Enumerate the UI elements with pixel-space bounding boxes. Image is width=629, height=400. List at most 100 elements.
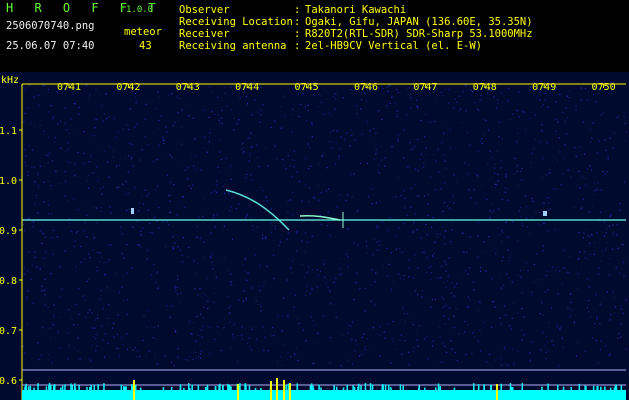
noise-speckle: [432, 255, 434, 257]
noise-speckle: [586, 258, 588, 260]
noise-speckle: [238, 299, 240, 301]
noise-speckle: [23, 230, 25, 233]
noise-speckle: [409, 206, 412, 209]
noise-speckle: [568, 100, 571, 102]
noise-speckle: [255, 300, 257, 302]
noise-speckle: [374, 303, 376, 305]
noise-speckle: [349, 145, 351, 147]
noise-speckle: [33, 221, 35, 223]
noise-speckle: [355, 282, 357, 284]
noise-speckle: [445, 286, 447, 288]
noise-speckle: [556, 324, 558, 326]
noise-speckle: [157, 91, 159, 93]
noise-speckle: [513, 173, 515, 175]
noise-speckle: [559, 93, 561, 95]
noise-speckle: [491, 212, 493, 214]
noise-speckle: [376, 249, 379, 251]
noise-speckle: [98, 298, 101, 300]
noise-speckle: [103, 112, 106, 115]
noise-speckle: [126, 348, 128, 351]
noise-speckle: [175, 290, 177, 292]
noise-speckle: [523, 178, 525, 180]
noise-speckle: [90, 360, 92, 362]
noise-speckle: [39, 230, 41, 232]
noise-speckle: [483, 133, 485, 135]
noise-speckle: [171, 156, 173, 158]
noise-speckle: [213, 214, 215, 216]
noise-speckle: [403, 312, 406, 315]
noise-speckle: [50, 105, 52, 107]
noise-speckle: [168, 195, 170, 197]
noise-speckle: [545, 274, 547, 277]
noise-speckle: [154, 108, 157, 110]
noise-speckle: [373, 321, 375, 324]
noise-speckle: [32, 225, 34, 228]
noise-speckle: [38, 104, 40, 106]
noise-speckle: [379, 334, 381, 336]
noise-speckle: [426, 336, 428, 338]
noise-speckle: [110, 212, 112, 214]
info-key: Receiving Location: [179, 16, 293, 28]
noise-speckle: [187, 359, 189, 361]
noise-speckle: [604, 249, 607, 251]
noise-speckle: [143, 135, 146, 138]
noise-speckle: [206, 151, 209, 153]
noise-speckle: [194, 272, 196, 274]
noise-speckle: [247, 137, 249, 139]
noise-speckle: [281, 364, 283, 367]
noise-speckle: [297, 93, 300, 95]
level-peak: [562, 386, 565, 390]
noise-speckle: [439, 233, 441, 235]
noise-speckle: [314, 325, 317, 327]
noise-speckle: [356, 105, 358, 107]
noise-speckle: [511, 317, 513, 319]
noise-speckle: [514, 157, 516, 160]
noise-speckle: [231, 197, 233, 199]
noise-speckle: [198, 334, 200, 337]
noise-speckle: [494, 306, 496, 308]
noise-speckle: [521, 339, 523, 341]
level-peak: [346, 385, 348, 390]
noise-speckle: [322, 153, 324, 155]
noise-speckle: [264, 336, 266, 339]
noise-speckle: [138, 244, 140, 246]
noise-speckle: [238, 119, 240, 121]
noise-speckle: [243, 290, 245, 292]
noise-speckle: [409, 149, 412, 151]
noise-speckle: [597, 182, 599, 184]
noise-speckle: [575, 155, 577, 158]
noise-speckle: [87, 279, 89, 281]
noise-speckle: [339, 194, 341, 196]
noise-speckle: [397, 134, 399, 136]
noise-speckle: [402, 307, 404, 309]
noise-speckle: [177, 348, 179, 350]
info-separator: :: [294, 40, 301, 52]
noise-speckle: [544, 291, 546, 293]
noise-speckle: [465, 108, 467, 110]
noise-speckle: [214, 190, 216, 192]
level-spike: [496, 384, 498, 400]
noise-speckle: [562, 173, 564, 175]
noise-speckle: [350, 88, 352, 91]
noise-speckle: [186, 167, 189, 169]
noise-speckle: [320, 214, 322, 216]
noise-speckle: [170, 361, 172, 363]
noise-speckle: [417, 267, 419, 269]
noise-speckle: [479, 301, 481, 303]
noise-speckle: [613, 296, 615, 298]
noise-speckle: [86, 180, 89, 182]
noise-speckle: [64, 151, 67, 153]
level-peak: [424, 387, 426, 390]
noise-speckle: [43, 201, 45, 203]
noise-speckle: [236, 334, 239, 337]
noise-speckle: [518, 91, 520, 93]
noise-speckle: [101, 105, 103, 107]
noise-speckle: [606, 242, 608, 244]
noise-speckle: [150, 274, 152, 276]
noise-speckle: [384, 165, 386, 167]
noise-speckle: [490, 203, 492, 205]
noise-speckle: [127, 171, 129, 173]
noise-speckle: [606, 228, 608, 230]
noise-speckle: [371, 203, 374, 205]
noise-speckle: [215, 277, 217, 279]
